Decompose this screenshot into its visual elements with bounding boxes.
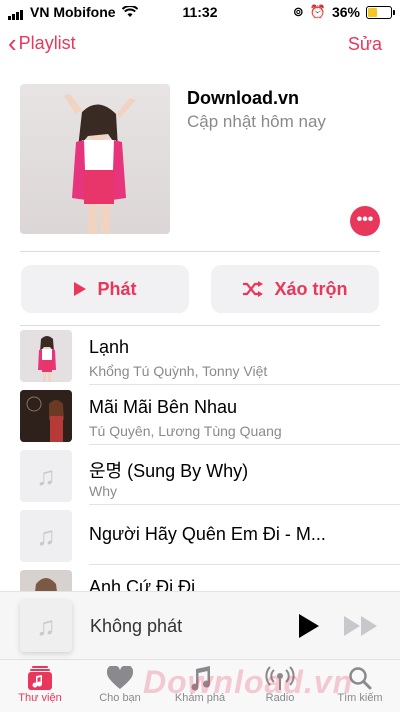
song-title: Lạnh	[89, 337, 130, 357]
chevron-left-icon: ‹	[8, 28, 17, 58]
playlist-subtitle: Cập nhật hôm nay	[187, 112, 326, 131]
ellipsis-icon: •••	[356, 211, 374, 228]
heart-icon	[107, 666, 133, 689]
music-note-icon: ♫	[36, 611, 56, 641]
song-artist: Why	[89, 483, 117, 499]
orientation-lock-icon: ⊚	[292, 4, 304, 19]
song-artwork: ♫	[20, 450, 72, 502]
music-note-icon: ♫	[36, 521, 56, 551]
song-artwork	[20, 330, 72, 382]
battery-percent: 36%	[331, 4, 360, 20]
fast-forward-icon[interactable]	[343, 614, 379, 638]
song-row[interactable]: ♫ Người Hãy Quên Em Đi - M...	[0, 505, 400, 565]
play-button[interactable]: Phát	[21, 265, 189, 313]
song-artwork: ♫	[20, 510, 72, 562]
alarm-icon: ⏰	[309, 4, 326, 19]
playlist-title: Download.vn	[187, 88, 299, 108]
play-icon[interactable]	[297, 613, 321, 639]
music-note-icon: ♫	[36, 461, 56, 491]
more-options-button[interactable]: •••	[350, 206, 380, 236]
now-playing-artwork: ♫	[20, 600, 72, 652]
shuffle-label: Xáo trộn	[274, 278, 348, 299]
back-button[interactable]: ‹ Playlist	[8, 30, 76, 56]
divider	[20, 251, 380, 252]
song-title: Người Hãy Quên Em Đi - M...	[89, 524, 326, 544]
watermark: Download.vn	[143, 664, 354, 700]
song-title: 운명 (Sung By Why)	[89, 461, 249, 481]
song-row[interactable]: ♫ 운명 (Sung By Why) Why	[0, 445, 400, 505]
play-icon	[74, 282, 87, 296]
status-bar: VN Mobifone 11:32 ⊚ ⏰ 36%	[0, 0, 400, 24]
song-artist: Khổng Tú Quỳnh, Tonny Việt	[89, 363, 268, 379]
playlist-header: Download.vn Cập nhật hôm nay •••	[20, 84, 380, 236]
playlist-artwork	[20, 84, 170, 234]
nav-bar: ‹ Playlist Sửa	[0, 28, 400, 64]
tab-library[interactable]: Thư viện	[0, 664, 80, 704]
shuffle-icon	[243, 281, 264, 297]
back-label: Playlist	[18, 32, 76, 53]
now-playing-label: Không phát	[90, 616, 183, 636]
song-artwork	[20, 390, 72, 442]
mini-player[interactable]: ♫ Không phát	[0, 591, 400, 660]
song-artist: Tú Quyên, Lương Tùng Quang	[89, 423, 282, 439]
shuffle-button[interactable]: Xáo trộn	[211, 265, 379, 313]
tab-bar: Thư viện Cho bạn Khám phá Radio Tìm kiếm…	[0, 659, 400, 712]
play-label: Phát	[97, 278, 137, 299]
edit-button[interactable]: Sửa	[348, 34, 382, 55]
song-row[interactable]: Mãi Mãi Bên Nhau Tú Quyên, Lương Tùng Qu…	[0, 385, 400, 445]
tab-label: Thư viện	[18, 692, 62, 704]
song-row[interactable]: Lạnh Khổng Tú Quỳnh, Tonny Việt	[0, 325, 400, 385]
battery-icon	[366, 5, 395, 19]
song-title: Mãi Mãi Bên Nhau	[89, 397, 238, 417]
library-icon	[28, 666, 52, 690]
